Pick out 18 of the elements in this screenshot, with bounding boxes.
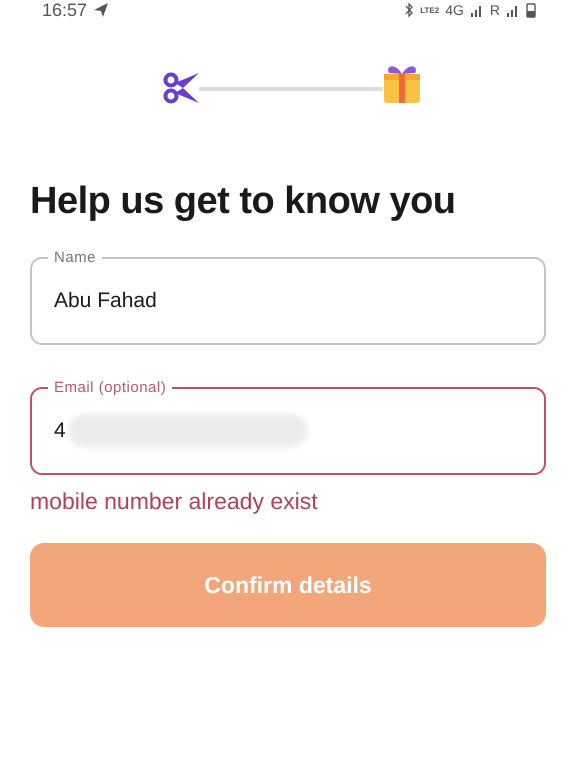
- network-label: LTE2: [420, 6, 440, 14]
- network-type: 4G: [445, 2, 464, 18]
- roaming-indicator: R: [490, 2, 500, 18]
- page-heading: Help us get to know you: [30, 180, 457, 223]
- bluetooth-icon: [404, 2, 414, 18]
- field-value: Abu Fahad: [54, 288, 157, 312]
- input-field[interactable]: Email (optional) 4: [30, 379, 546, 475]
- clock-time: 16:57: [42, 0, 88, 20]
- input-field[interactable]: Name Abu Fahad: [30, 249, 546, 345]
- field-label: Email (optional): [53, 379, 168, 396]
- field-label: Name: [53, 249, 98, 266]
- signal-icon: [506, 3, 520, 17]
- signal-icon: [470, 3, 484, 17]
- scissors-icon: [163, 72, 199, 104]
- send-icon: [93, 2, 110, 18]
- battery-icon: [526, 2, 536, 18]
- error-message: mobile number already exist: [30, 488, 319, 515]
- field-value: 4: [54, 418, 66, 442]
